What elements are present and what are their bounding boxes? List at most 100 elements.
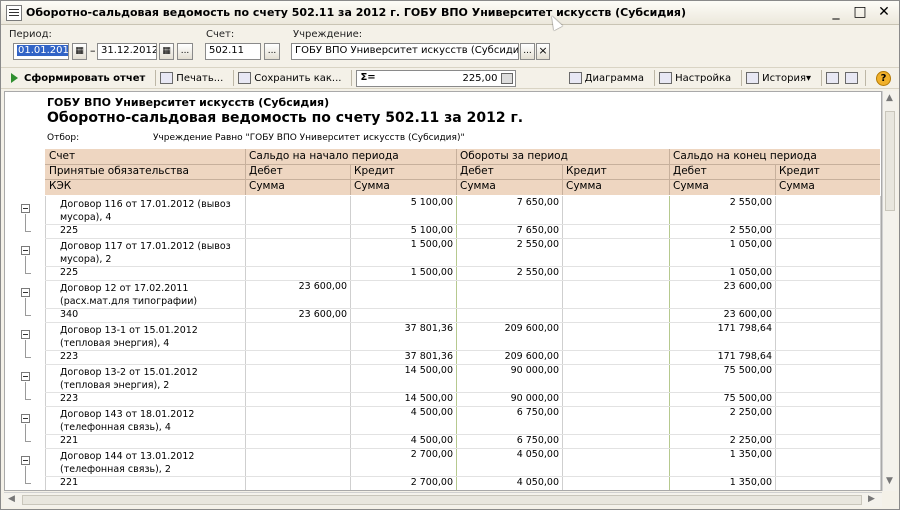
calendar-to-icon[interactable]: ▦ bbox=[159, 43, 174, 60]
account-field[interactable]: 502.11 bbox=[205, 43, 261, 60]
horizontal-scrollbar[interactable]: ◀ ▶ bbox=[4, 492, 882, 507]
amount-cell: 23 600,00 bbox=[723, 281, 772, 292]
amount-cell: 4 050,00 bbox=[516, 449, 559, 460]
amount-cell: 2 550,00 bbox=[729, 197, 772, 208]
chevron-down-icon: ▾ bbox=[805, 72, 811, 84]
kek-code: 221 bbox=[60, 477, 79, 488]
toolbar-divider bbox=[821, 70, 822, 86]
save-as-button[interactable]: Сохранить как... bbox=[238, 72, 341, 84]
collapse-group-icon[interactable] bbox=[21, 288, 30, 297]
collapse-group-icon[interactable] bbox=[21, 204, 30, 213]
maximize-icon[interactable]: □ bbox=[853, 4, 867, 20]
table-row[interactable]: 223 37 801,36 209 600,00 171 798,64 bbox=[5, 350, 881, 364]
run-arrow-icon bbox=[11, 73, 18, 83]
institution-clear-icon[interactable]: × bbox=[536, 43, 550, 60]
collapse-groups-icon[interactable] bbox=[845, 72, 858, 84]
amount-cell: 171 798,64 bbox=[717, 351, 772, 362]
scroll-down-icon[interactable]: ▼ bbox=[886, 476, 893, 486]
table-row[interactable]: 221 4 500,00 6 750,00 2 250,00 bbox=[5, 434, 881, 448]
settings-button[interactable]: Настройка bbox=[659, 72, 731, 84]
header-sum: Сумма bbox=[460, 180, 496, 192]
table-row[interactable]: 225 1 500,00 2 550,00 1 050,00 bbox=[5, 266, 881, 280]
help-icon[interactable]: ? bbox=[876, 70, 891, 86]
header-sum: Сумма bbox=[249, 180, 285, 192]
header-obligations: Принятые обязательства bbox=[49, 165, 189, 177]
collapse-group-icon[interactable] bbox=[21, 414, 30, 423]
vertical-scroll-thumb[interactable] bbox=[885, 111, 895, 211]
amount-cell: 1 500,00 bbox=[410, 267, 453, 278]
chart-button[interactable]: Диаграмма bbox=[568, 72, 644, 84]
calendar-from-icon[interactable]: ▦ bbox=[72, 43, 87, 60]
window-controls: _ □ ✕ bbox=[829, 4, 891, 20]
table-row[interactable]: Договор 13-2 от 15.01.2012 (тепловая эне… bbox=[5, 364, 881, 400]
amount-cell: 90 000,00 bbox=[510, 393, 559, 404]
report-area[interactable]: ГОБУ ВПО Университет искусств (Субсидия)… bbox=[4, 91, 882, 491]
table-row[interactable]: 225 5 100,00 7 650,00 2 550,00 bbox=[5, 224, 881, 238]
amount-cell: 75 500,00 bbox=[723, 393, 772, 404]
obligation-name: Договор 13-1 от 15.01.2012 (тепловая эне… bbox=[60, 325, 198, 349]
sum-value: 225,00 bbox=[462, 72, 498, 84]
institution-select-button[interactable]: ... bbox=[520, 43, 535, 60]
collapse-group-icon[interactable] bbox=[21, 246, 30, 255]
minimize-icon[interactable]: _ bbox=[829, 4, 843, 20]
amount-cell: 7 650,00 bbox=[516, 225, 559, 236]
table-row[interactable]: Договор 144 от 13.01.2012 (телефонная св… bbox=[5, 448, 881, 484]
account-select-button[interactable]: ... bbox=[264, 43, 280, 60]
amount-cell: 209 600,00 bbox=[504, 351, 559, 362]
title-bar[interactable]: Оборотно-сальдовая ведомость по счету 50… bbox=[1, 1, 899, 25]
table-row[interactable]: Договор 117 от 17.01.2012 (вывоз мусора)… bbox=[5, 238, 881, 274]
amount-cell: 2 250,00 bbox=[729, 407, 772, 418]
table-row[interactable]: Договор 116 от 17.01.2012 (вывоз мусора)… bbox=[5, 196, 881, 232]
report-organization: ГОБУ ВПО Университет искусств (Субсидия) bbox=[47, 96, 330, 109]
scroll-right-icon[interactable]: ▶ bbox=[868, 494, 875, 504]
table-row[interactable]: Договор 143 от 18.01.2012 (телефонная св… bbox=[5, 406, 881, 442]
selection-sum-field[interactable]: Σ= 225,00 bbox=[356, 69, 517, 87]
history-button[interactable]: История ▾ bbox=[746, 72, 811, 84]
amount-cell: 4 500,00 bbox=[410, 435, 453, 446]
amount-cell: 6 750,00 bbox=[516, 407, 559, 418]
header-turnover: Обороты за период bbox=[460, 150, 568, 162]
calculator-icon[interactable] bbox=[501, 72, 514, 84]
table-row[interactable]: 221 2 700,00 4 050,00 1 350,00 bbox=[5, 476, 881, 490]
toolbar-divider bbox=[654, 70, 656, 86]
table-row[interactable]: 340 23 600,00 23 600,00 bbox=[5, 308, 881, 322]
header-kek: КЭК bbox=[49, 180, 72, 192]
amount-cell: 75 500,00 bbox=[723, 365, 772, 376]
print-button[interactable]: Печать... bbox=[160, 72, 223, 84]
table-row[interactable]: Договор 12 от 17.02.2011 (расх.мат.для т… bbox=[5, 280, 881, 316]
header-credit: Кредит bbox=[354, 165, 395, 177]
expand-groups-icon[interactable] bbox=[826, 72, 839, 84]
settings-icon bbox=[659, 72, 673, 84]
scroll-up-icon[interactable]: ▲ bbox=[886, 93, 893, 103]
collapse-group-icon[interactable] bbox=[21, 372, 30, 381]
amount-cell: 4 050,00 bbox=[516, 477, 559, 488]
generate-report-button[interactable]: Сформировать отчет bbox=[24, 73, 145, 84]
vertical-scrollbar[interactable]: ▲ ▼ bbox=[882, 91, 897, 491]
header-opening-balance: Сальдо на начало периода bbox=[249, 150, 399, 162]
header-credit: Кредит bbox=[779, 165, 820, 177]
scroll-left-icon[interactable]: ◀ bbox=[8, 494, 15, 504]
period-to-field[interactable]: 31.12.2012 bbox=[97, 43, 157, 60]
toolbar-divider bbox=[865, 70, 866, 86]
amount-cell: 7 650,00 bbox=[516, 197, 559, 208]
amount-cell: 2 550,00 bbox=[516, 239, 559, 250]
amount-cell: 2 700,00 bbox=[410, 449, 453, 460]
period-from-field[interactable]: 01.01.2012 bbox=[13, 43, 69, 60]
period-select-button[interactable]: ... bbox=[177, 43, 193, 60]
table-row[interactable]: Договор 13-1 от 15.01.2012 (тепловая эне… bbox=[5, 322, 881, 358]
collapse-group-icon[interactable] bbox=[21, 330, 30, 339]
obligation-name: Договор 117 от 17.01.2012 (вывоз мусора)… bbox=[60, 241, 231, 265]
table-row[interactable]: 223 14 500,00 90 000,00 75 500,00 bbox=[5, 392, 881, 406]
amount-cell: 1 350,00 bbox=[729, 477, 772, 488]
close-icon[interactable]: ✕ bbox=[877, 4, 891, 20]
amount-cell: 5 100,00 bbox=[410, 225, 453, 236]
kek-code: 223 bbox=[60, 393, 79, 404]
obligation-name: Договор 143 от 18.01.2012 (телефонная св… bbox=[60, 409, 195, 433]
collapse-group-icon[interactable] bbox=[21, 456, 30, 465]
amount-cell: 171 798,64 bbox=[717, 323, 772, 334]
horizontal-scroll-thumb[interactable] bbox=[22, 495, 862, 505]
institution-field[interactable]: ГОБУ ВПО Университет искусств (Субсидия) bbox=[291, 43, 519, 60]
amount-cell: 23 600,00 bbox=[723, 309, 772, 320]
kek-code: 221 bbox=[60, 435, 79, 446]
toolbar: Сформировать отчет Печать... Сохранить к… bbox=[1, 67, 899, 89]
